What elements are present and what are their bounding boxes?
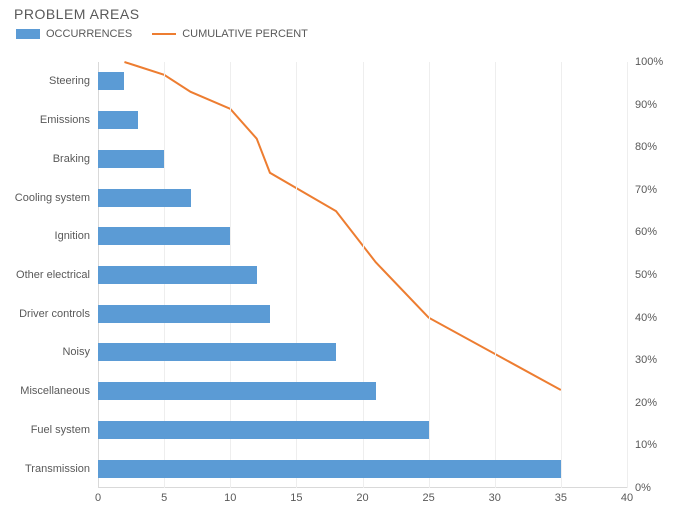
category-label: Fuel system <box>0 424 98 436</box>
category-label: Driver controls <box>0 308 98 320</box>
y2-tick-label: 60% <box>627 226 657 238</box>
gridline <box>495 62 496 488</box>
bar <box>98 460 561 478</box>
x-tick-label: 15 <box>290 488 302 504</box>
bar <box>98 421 429 439</box>
plot-area: 05101520253035400%10%20%30%40%50%60%70%8… <box>98 62 627 488</box>
y2-tick-label: 90% <box>627 99 657 111</box>
category-label: Ignition <box>0 230 98 242</box>
legend-label: OCCURRENCES <box>46 28 132 40</box>
y2-tick-label: 80% <box>627 141 657 153</box>
category-label: Cooling system <box>0 192 98 204</box>
x-tick-label: 10 <box>224 488 236 504</box>
x-tick-label: 20 <box>356 488 368 504</box>
x-tick-label: 30 <box>489 488 501 504</box>
line-swatch-icon <box>152 33 176 35</box>
bar <box>98 343 336 361</box>
y2-tick-label: 40% <box>627 312 657 324</box>
y2-tick-label: 50% <box>627 269 657 281</box>
y2-tick-label: 100% <box>627 56 663 68</box>
bar <box>98 266 257 284</box>
x-tick-label: 25 <box>423 488 435 504</box>
category-label: Emissions <box>0 114 98 126</box>
chart-title: PROBLEM AREAS <box>14 6 140 22</box>
y2-tick-label: 70% <box>627 184 657 196</box>
y2-tick-label: 20% <box>627 397 657 409</box>
bar <box>98 111 138 129</box>
category-label: Other electrical <box>0 269 98 281</box>
bar <box>98 382 376 400</box>
gridline <box>561 62 562 488</box>
category-label: Transmission <box>0 463 98 475</box>
x-tick-label: 0 <box>95 488 101 504</box>
bar <box>98 150 164 168</box>
pareto-chart: PROBLEM AREAS OCCURRENCES CUMULATIVE PER… <box>0 0 675 520</box>
x-tick-label: 5 <box>161 488 167 504</box>
bar <box>98 227 230 245</box>
bar <box>98 72 124 90</box>
category-label: Miscellaneous <box>0 385 98 397</box>
bar-swatch-icon <box>16 29 40 39</box>
category-label: Noisy <box>0 346 98 358</box>
gridline <box>429 62 430 488</box>
legend-item-cumulative: CUMULATIVE PERCENT <box>152 28 308 40</box>
y2-tick-label: 0% <box>627 482 651 494</box>
x-tick-label: 35 <box>555 488 567 504</box>
legend-label: CUMULATIVE PERCENT <box>182 28 308 40</box>
bar <box>98 305 270 323</box>
bar <box>98 189 191 207</box>
category-label: Steering <box>0 75 98 87</box>
y2-tick-label: 10% <box>627 439 657 451</box>
legend-item-occurrences: OCCURRENCES <box>16 28 132 40</box>
category-label: Braking <box>0 153 98 165</box>
legend: OCCURRENCES CUMULATIVE PERCENT <box>16 28 308 40</box>
y2-tick-label: 30% <box>627 354 657 366</box>
